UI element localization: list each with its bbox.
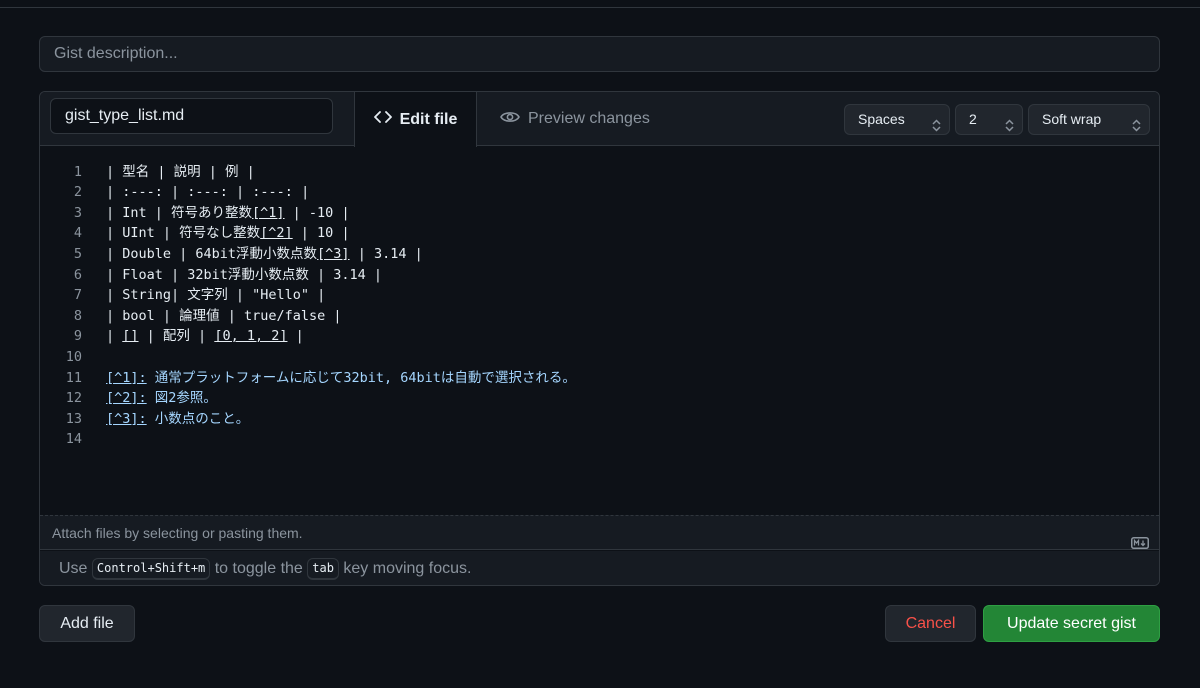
- file-header: gist_type_list.md Edit file Preview chan…: [40, 92, 1159, 147]
- code-segment: | 型名 | 説明 | 例 |: [106, 163, 255, 180]
- code-editor[interactable]: 1 | 型名 | 説明 | 例 | 2 | :---: | :---: | :---:…: [40, 147, 1159, 516]
- attach-files-bar[interactable]: Attach files by selecting or pasting the…: [40, 515, 1159, 550]
- shortcut-kbd: Control+Shift+m: [91, 557, 211, 580]
- line-content: | :---: | :---: | :---: |: [106, 182, 309, 203]
- code-segment: | -10 |: [284, 204, 350, 221]
- code-segment: |: [106, 328, 123, 345]
- hint-middle: to toggle the: [214, 560, 303, 577]
- indent-mode-select[interactable]: Spaces: [844, 104, 950, 135]
- line-content: | 型名 | 説明 | 例 |: [106, 162, 255, 183]
- line-content: [^1]: 通常プラットフォームに応じて32bit, 64bitは自動で選択され…: [106, 368, 576, 389]
- code-segment: | UInt | 符号なし整数: [106, 225, 261, 242]
- code-link-segment: [^1]:: [106, 369, 147, 386]
- file-editor-panel: gist_type_list.md Edit file Preview chan…: [39, 91, 1160, 586]
- eye-icon: [500, 110, 520, 129]
- add-file-button[interactable]: Add file: [39, 605, 135, 642]
- tab-preview-changes-label: Preview changes: [528, 110, 650, 127]
- tab-edit-file-label: Edit file: [399, 110, 458, 128]
- update-secret-gist-button[interactable]: Update secret gist: [983, 605, 1160, 642]
- code-icon: [373, 110, 392, 129]
- line-number: 5: [73, 245, 82, 262]
- line-number: 13: [65, 410, 82, 427]
- wrap-mode-value: Soft wrap: [1042, 111, 1102, 127]
- line-content: | UInt | 符号なし整数[^2] | 10 |: [106, 223, 350, 244]
- code-segment: | Float | 32bit浮動小数点数 | 3.14 |: [106, 266, 383, 283]
- cancel-button[interactable]: Cancel: [885, 605, 976, 642]
- code-segment: | bool | 論理値 | true/false |: [106, 307, 342, 324]
- line-number: 4: [73, 225, 82, 242]
- code-segment: | 配列 |: [138, 328, 215, 345]
- select-arrows-icon: [1132, 113, 1141, 142]
- code-link-segment: [^2]: [260, 225, 293, 242]
- code-segment: | :---: | :---: | :---: |: [106, 184, 310, 201]
- line-number: 3: [73, 204, 82, 221]
- line-content: [^2]: 図2参照。: [106, 388, 217, 409]
- code-segment: | 10 |: [292, 225, 350, 242]
- line-content: [^3]: 小数点のこと。: [106, 409, 249, 430]
- code-segment: 小数点のこと。: [146, 410, 250, 427]
- code-link-segment: [^3]: [317, 245, 350, 262]
- line-content: | Double | 64bit浮動小数点数[^3] | 3.14 |: [106, 244, 423, 265]
- indent-size-value: 2: [969, 111, 977, 127]
- attach-files-text: Attach files by selecting or pasting the…: [52, 525, 303, 541]
- gist-description-placeholder: Gist description...: [54, 45, 178, 62]
- line-number: 7: [73, 287, 82, 304]
- code-segment: | Int | 符号あり整数: [106, 204, 253, 221]
- line-number: 10: [65, 348, 82, 365]
- indent-mode-value: Spaces: [858, 111, 905, 127]
- code-link-segment: []: [122, 328, 139, 345]
- line-content: | bool | 論理値 | true/false |: [106, 306, 342, 327]
- top-divider: [0, 7, 1200, 8]
- gist-description-input[interactable]: Gist description...: [39, 36, 1160, 72]
- code-segment: | String| 文字列 | "Hello" |: [106, 287, 326, 304]
- select-arrows-icon: [1005, 113, 1014, 142]
- line-number: 9: [73, 328, 82, 345]
- tab-kbd: tab: [307, 557, 339, 580]
- code-segment: 通常プラットフォームに応じて32bit, 64bitは自動で選択される。: [146, 369, 576, 386]
- code-segment: | 3.14 |: [349, 245, 423, 262]
- code-link-segment: [^1]: [252, 204, 285, 221]
- wrap-mode-select[interactable]: Soft wrap: [1028, 104, 1150, 135]
- line-content: | String| 文字列 | "Hello" |: [106, 285, 325, 306]
- code-link-segment: [^2]:: [106, 390, 147, 407]
- code-segment: |: [287, 328, 304, 345]
- line-content: | Float | 32bit浮動小数点数 | 3.14 |: [106, 265, 382, 286]
- line-number: 11: [65, 369, 82, 386]
- line-number: 6: [73, 266, 82, 283]
- line-number: 12: [65, 390, 82, 407]
- code-link-segment: [^3]:: [106, 410, 147, 427]
- line-number: 2: [73, 184, 82, 201]
- select-arrows-icon: [932, 113, 941, 142]
- line-number: 14: [65, 431, 82, 448]
- code-segment: | Double | 64bit浮動小数点数: [106, 245, 318, 262]
- tab-preview-changes[interactable]: Preview changes: [500, 92, 650, 146]
- tab-edit-file[interactable]: Edit file: [354, 92, 477, 147]
- hint-suffix: key moving focus.: [343, 560, 472, 577]
- indent-size-select[interactable]: 2: [955, 104, 1023, 135]
- code-segment: 図2参照。: [146, 390, 217, 407]
- filename-value: gist_type_list.md: [65, 107, 185, 124]
- filename-input[interactable]: gist_type_list.md: [50, 98, 333, 134]
- line-number: 1: [73, 163, 82, 180]
- code-link-segment: [0, 1, 2]: [214, 328, 288, 345]
- hint-prefix: Use: [59, 560, 88, 577]
- line-content: | [] | 配列 | [0, 1, 2] |: [106, 326, 304, 347]
- line-number: 8: [73, 307, 82, 324]
- line-content: | Int | 符号あり整数[^1] | -10 |: [106, 203, 350, 224]
- keyboard-hint: Use Control+Shift+m to toggle the tab ke…: [40, 551, 1159, 585]
